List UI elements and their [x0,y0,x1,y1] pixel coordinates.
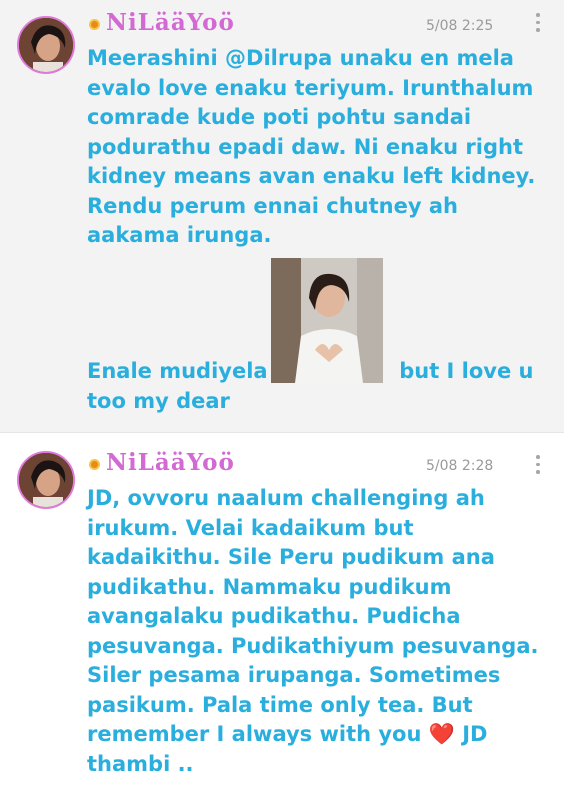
post-item: NiLääYoö 5/08 2:28 JD, ovvoru naalum cha… [0,432,564,800]
timestamp: 5/08 2:25 [426,18,494,34]
avatar[interactable] [17,451,75,509]
post-text: Meerashini @Dilrupa unaku en mela evalo … [87,46,536,247]
more-options-icon[interactable] [534,455,542,477]
user-badge-icon [89,19,100,30]
more-options-icon[interactable] [534,13,542,35]
post-text: JD, ovvoru naalum challenging ah irukum.… [87,486,539,776]
timestamp: 5/08 2:28 [426,458,494,474]
post-text-continued: Enale mudiyela but I love u too my dear [87,359,534,413]
heart-emoji-icon: ❤️ [428,722,455,746]
user-badge-icon [89,459,100,470]
post-item: NiLääYoö 5/08 2:25 Meerashini @Dilrupa u… [0,0,564,432]
avatar[interactable] [17,16,75,74]
username[interactable]: NiLääYoö [106,9,235,36]
username[interactable]: NiLääYoö [106,449,235,476]
